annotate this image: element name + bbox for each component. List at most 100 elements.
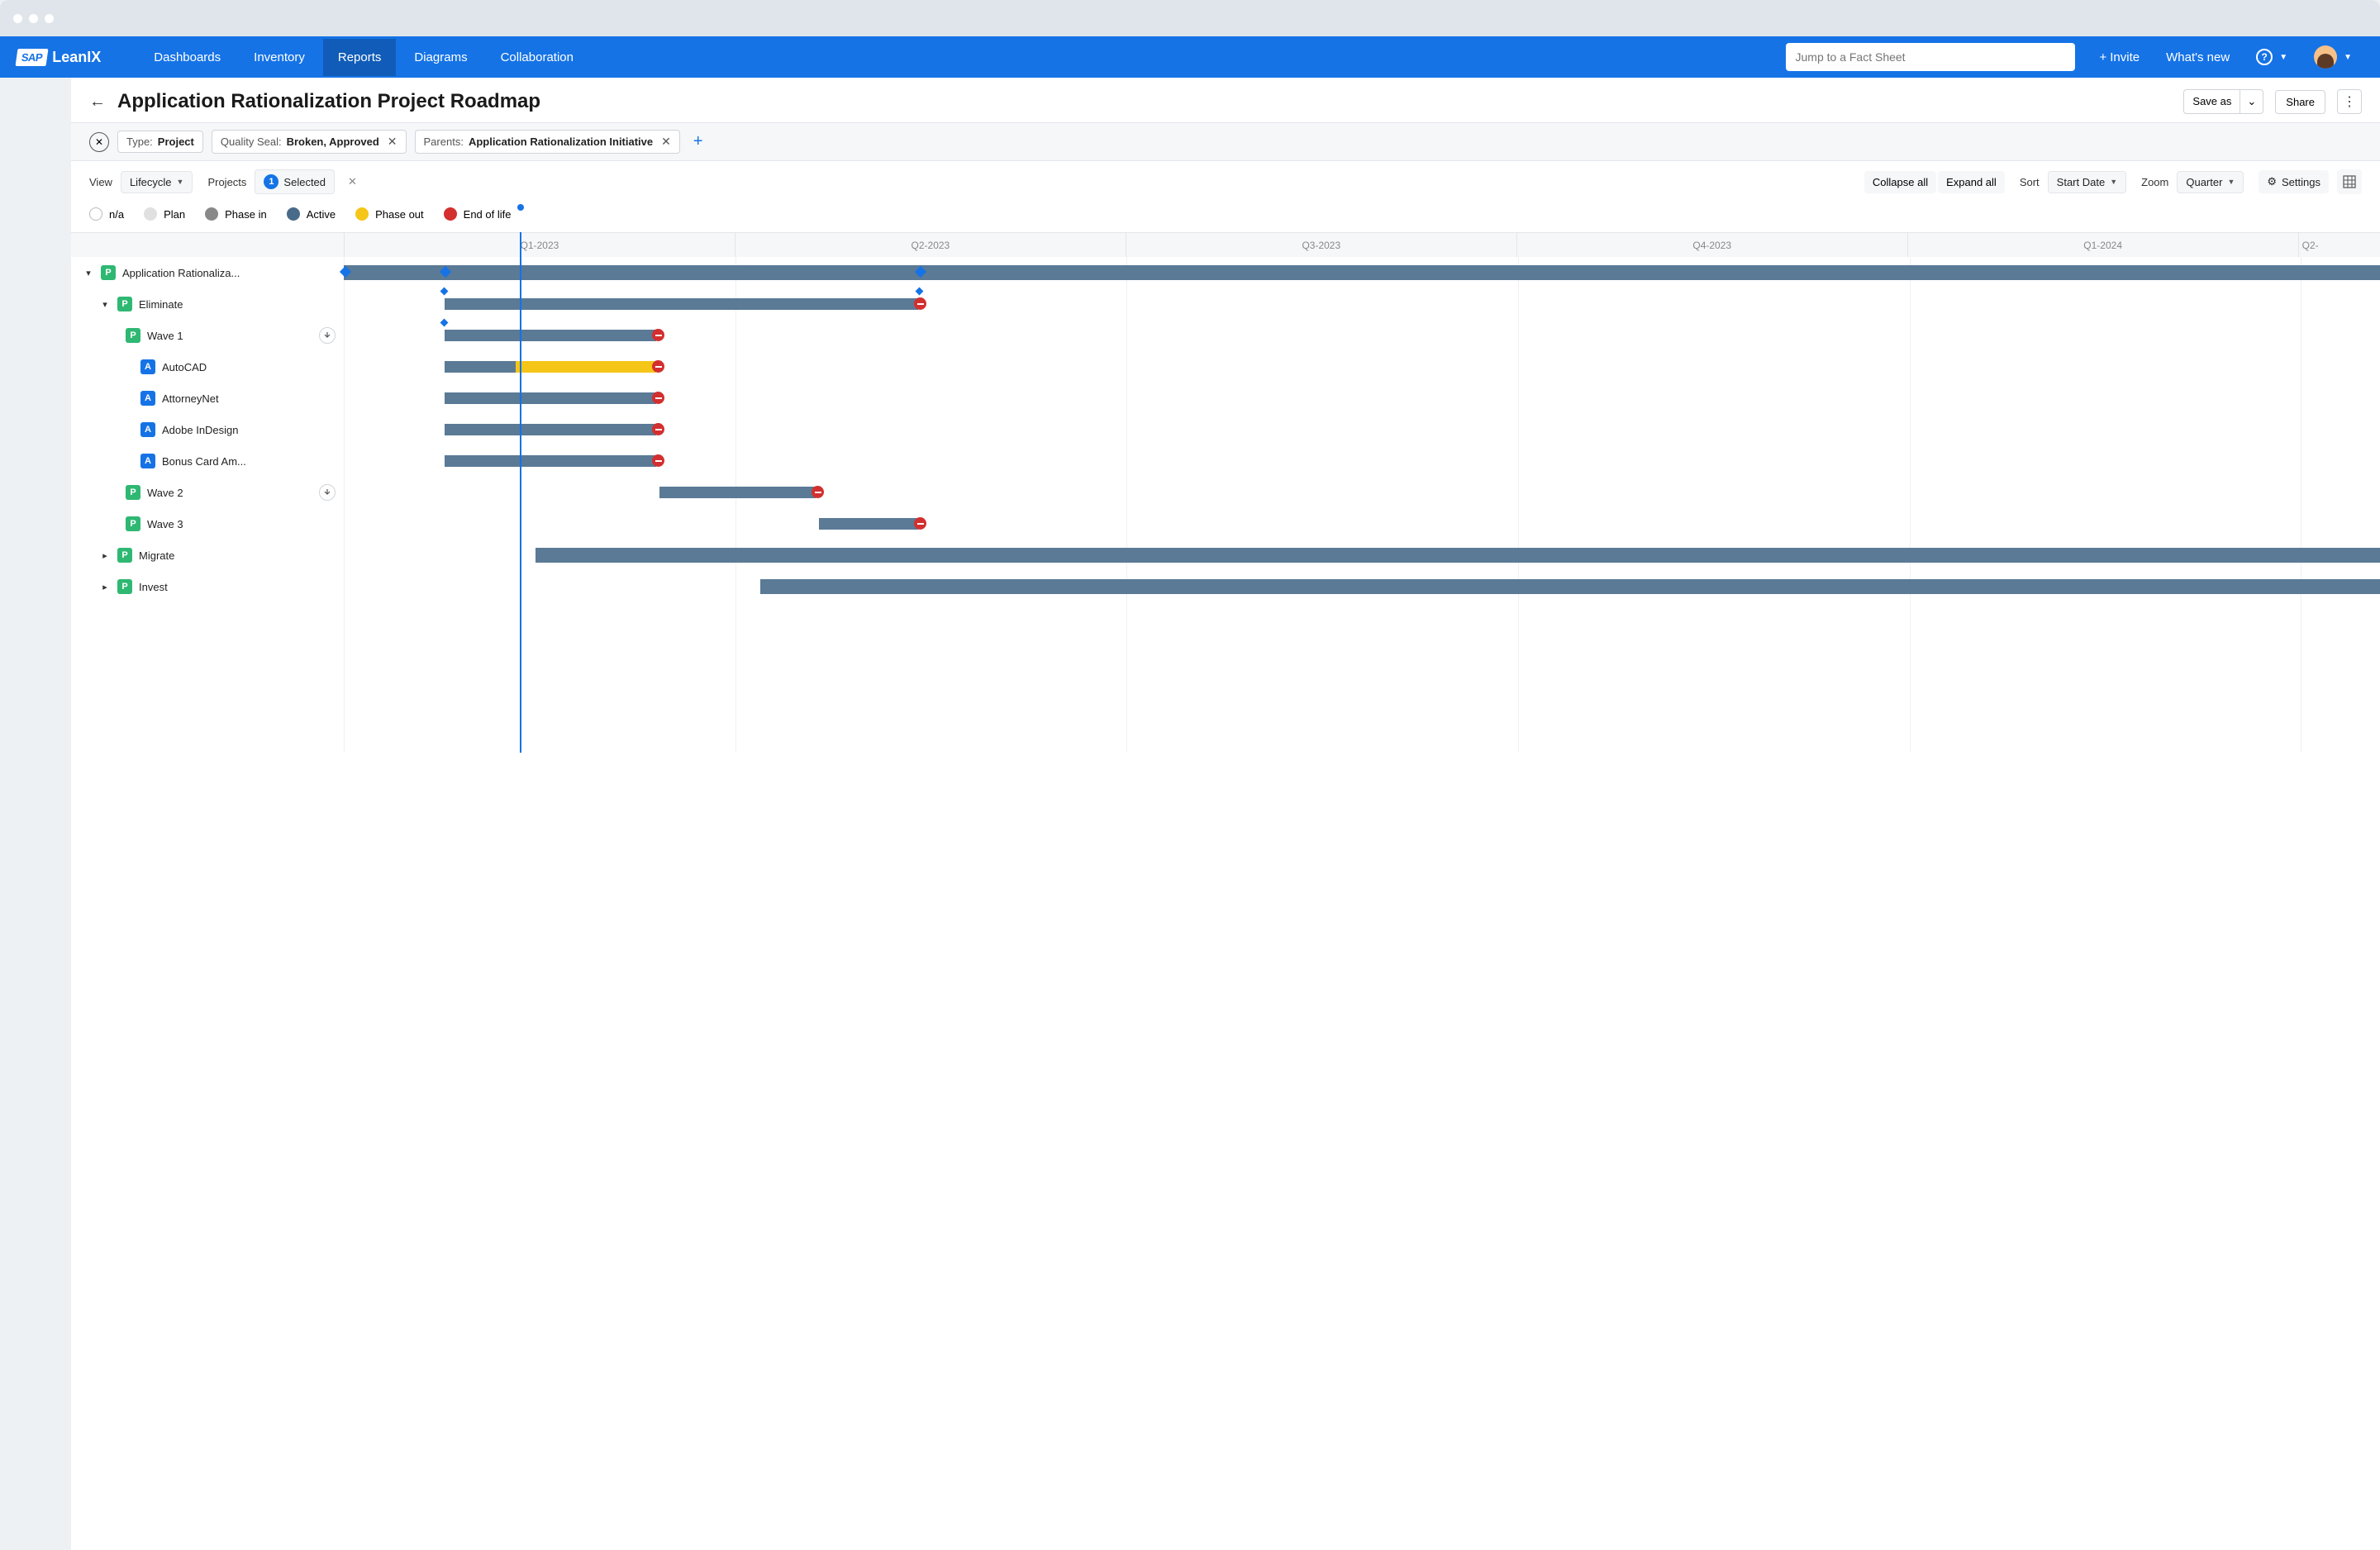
- filter-chip-quality-seal[interactable]: Quality Seal: Broken, Approved ✕: [212, 130, 407, 154]
- end-of-life-icon: [652, 423, 664, 435]
- gantt-bar[interactable]: [445, 455, 656, 467]
- application-badge: A: [140, 359, 155, 374]
- chevron-down-icon: ▼: [2344, 53, 2352, 62]
- zoom-label: Zoom: [2141, 176, 2168, 188]
- add-filter-button[interactable]: +: [688, 132, 708, 151]
- end-of-life-icon: [914, 297, 926, 310]
- legend-na: n/a: [89, 207, 124, 221]
- end-of-life-icon: [914, 517, 926, 530]
- sort-selector[interactable]: Start Date ▼: [2048, 171, 2126, 193]
- nav-inventory[interactable]: Inventory: [239, 39, 320, 76]
- gantt-bar[interactable]: [445, 424, 656, 435]
- filter-chip-type[interactable]: Type: Project: [117, 131, 203, 153]
- sort-label: Sort: [2020, 176, 2040, 188]
- project-badge: P: [126, 328, 140, 343]
- settings-button[interactable]: ⚙ Settings: [2259, 170, 2329, 193]
- collapse-all-button[interactable]: Collapse all: [1864, 171, 1936, 193]
- nav-diagrams[interactable]: Diagrams: [399, 39, 482, 76]
- close-icon[interactable]: ✕: [384, 135, 397, 149]
- gantt-chart: Q1-2023 Q2-2023 Q3-2023 Q4-2023 Q1-2024 …: [71, 232, 2380, 753]
- legend-phasein: Phase in: [205, 207, 267, 221]
- gantt-bar[interactable]: [760, 579, 2380, 594]
- gantt-bar[interactable]: [536, 548, 2380, 563]
- invite-button[interactable]: + Invite: [2088, 50, 2152, 64]
- row-label[interactable]: Wave 2: [147, 487, 183, 499]
- row-label[interactable]: Invest: [139, 581, 168, 593]
- table-view-button[interactable]: [2337, 169, 2362, 194]
- browser-chrome: [0, 0, 2380, 36]
- help-icon: ?: [2256, 49, 2273, 65]
- avatar: [2314, 45, 2337, 69]
- search-box[interactable]: [1786, 43, 2075, 71]
- help-menu[interactable]: ? ▼: [2244, 49, 2299, 65]
- gantt-bar[interactable]: [819, 518, 918, 530]
- more-menu-button[interactable]: ⋮: [2337, 89, 2362, 114]
- application-badge: A: [140, 391, 155, 406]
- filter-chip-parents[interactable]: Parents: Application Rationalization Ini…: [415, 130, 680, 154]
- expand-all-button[interactable]: Expand all: [1938, 171, 2005, 193]
- project-badge: P: [117, 579, 132, 594]
- gantt-row: P Wave 2: [71, 477, 2380, 508]
- info-button[interactable]: [319, 327, 336, 344]
- timeline-column: Q1-2024: [1907, 233, 2298, 257]
- close-icon[interactable]: ✕: [658, 135, 671, 149]
- row-label[interactable]: Bonus Card Am...: [162, 455, 246, 468]
- gantt-bar[interactable]: [344, 265, 2380, 280]
- share-button[interactable]: Share: [2275, 90, 2325, 114]
- chevron-down-icon[interactable]: ▾: [83, 268, 94, 278]
- window-dot[interactable]: [29, 14, 38, 23]
- gantt-bar[interactable]: [445, 330, 656, 341]
- project-badge: P: [117, 548, 132, 563]
- info-button[interactable]: [319, 484, 336, 501]
- gear-icon: ⚙: [2267, 175, 2277, 188]
- back-arrow-icon[interactable]: ←: [89, 93, 106, 112]
- clear-projects-icon[interactable]: ✕: [343, 175, 362, 188]
- gantt-row: ▾ P Eliminate: [71, 288, 2380, 320]
- end-of-life-icon: [652, 454, 664, 467]
- gantt-row: ▸ P Migrate: [71, 540, 2380, 571]
- clear-filters-button[interactable]: ✕: [89, 132, 109, 152]
- milestone-icon[interactable]: [440, 288, 449, 296]
- chevron-down-icon: ▼: [177, 178, 184, 186]
- timeline-column: Q2-2023: [735, 233, 1126, 257]
- timeline-column: Q1-2023: [344, 233, 735, 257]
- row-label[interactable]: AutoCAD: [162, 361, 207, 373]
- milestone-icon[interactable]: [916, 288, 924, 296]
- chevron-down-icon[interactable]: ⌄: [2240, 89, 2263, 114]
- gantt-bar[interactable]: [445, 298, 918, 310]
- gantt-bar[interactable]: [445, 392, 656, 404]
- gantt-bar-phaseout[interactable]: [516, 361, 656, 373]
- nav-dashboards[interactable]: Dashboards: [139, 39, 236, 76]
- logo[interactable]: SAP LeanIX: [17, 49, 101, 66]
- zoom-selector[interactable]: Quarter ▼: [2177, 171, 2244, 193]
- window-dot[interactable]: [45, 14, 54, 23]
- row-label[interactable]: Migrate: [139, 549, 174, 562]
- chevron-right-icon[interactable]: ▸: [99, 550, 111, 561]
- user-menu[interactable]: ▼: [2302, 45, 2363, 69]
- row-label[interactable]: AttorneyNet: [162, 392, 219, 405]
- chevron-right-icon[interactable]: ▸: [99, 582, 111, 592]
- row-label[interactable]: Application Rationaliza...: [122, 267, 240, 279]
- timeline-column: Q2-: [2298, 233, 2380, 257]
- row-label[interactable]: Wave 1: [147, 330, 183, 342]
- today-marker: [520, 232, 521, 753]
- row-label[interactable]: Adobe InDesign: [162, 424, 239, 436]
- legend-active: Active: [287, 207, 336, 221]
- window-dot[interactable]: [13, 14, 22, 23]
- search-input[interactable]: [1796, 50, 2065, 64]
- project-badge: P: [126, 516, 140, 531]
- timeline-header: Q1-2023 Q2-2023 Q3-2023 Q4-2023 Q1-2024 …: [71, 232, 2380, 257]
- gantt-bar[interactable]: [445, 361, 516, 373]
- whats-new-link[interactable]: What's new: [2154, 50, 2241, 64]
- projects-selector[interactable]: 1 Selected: [255, 169, 335, 194]
- project-badge: P: [101, 265, 116, 280]
- view-selector[interactable]: Lifecycle ▼: [121, 171, 193, 193]
- nav-reports[interactable]: Reports: [323, 39, 397, 76]
- row-label[interactable]: Wave 3: [147, 518, 183, 530]
- gantt-bar[interactable]: [659, 487, 816, 498]
- chevron-down-icon[interactable]: ▾: [99, 299, 111, 310]
- row-label[interactable]: Eliminate: [139, 298, 183, 311]
- milestone-icon[interactable]: [440, 319, 449, 327]
- save-as-button[interactable]: Save as ⌄: [2183, 89, 2263, 114]
- nav-collaboration[interactable]: Collaboration: [486, 39, 588, 76]
